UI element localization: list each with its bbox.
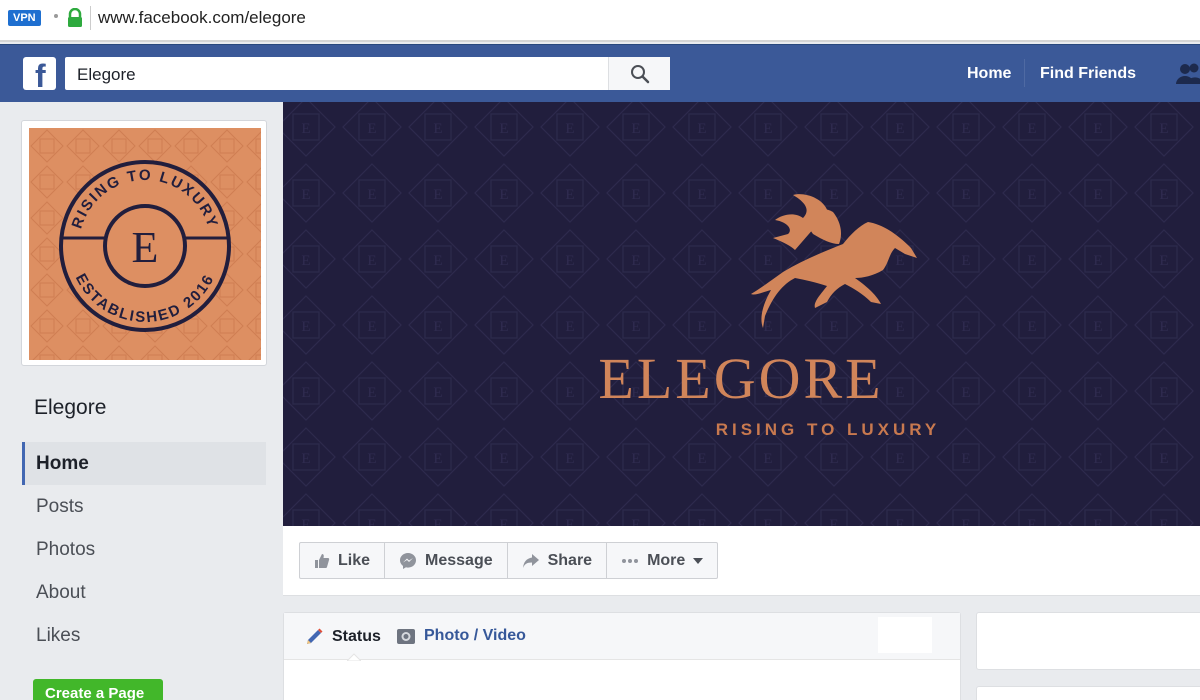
pencil-icon: [307, 628, 323, 644]
lock-icon: [68, 8, 82, 27]
right-column-card: [976, 612, 1200, 670]
sidebar-item-home[interactable]: Home: [22, 442, 266, 485]
browser-address-bar: VPN www.facebook.com/elegore: [0, 0, 1200, 42]
tab-photo-video-label: Photo / Video: [424, 627, 526, 644]
vpn-badge[interactable]: VPN: [8, 10, 41, 26]
thumbs-up-icon: [315, 553, 330, 568]
profile-badge-logo: RISING TO LUXURY ESTABLISHED 2016 E: [29, 128, 261, 360]
messenger-icon: [400, 552, 417, 569]
cover-tagline: RISING TO LUXURY: [716, 420, 941, 439]
badge-letter: E: [132, 223, 159, 272]
composer-tab-placeholder: [878, 617, 932, 653]
share-button[interactable]: Share: [508, 543, 608, 578]
facebook-top-bar: f Elegore Home Find Friends: [0, 44, 1200, 102]
create-page-button[interactable]: Create a Page: [33, 679, 163, 700]
search-button[interactable]: [608, 57, 670, 90]
cover-photo[interactable]: E ELEGORE RISING TO LUXURY: [283, 102, 1200, 526]
active-tab-caret-icon: [347, 653, 361, 661]
page-action-bar: Like Message Share More: [299, 542, 719, 579]
page-sidebar-nav: Home Posts Photos About Likes: [22, 442, 266, 657]
more-label: More: [647, 551, 686, 569]
right-column-card-2: [976, 686, 1200, 700]
like-button[interactable]: Like: [300, 543, 386, 578]
friend-requests-icon[interactable]: [1176, 62, 1200, 86]
search-input[interactable]: Elegore: [77, 65, 136, 85]
nav-find-friends-link[interactable]: Find Friends: [1040, 65, 1136, 83]
search-icon: [630, 64, 649, 83]
separator-dot-icon: [54, 14, 58, 18]
profile-picture-frame[interactable]: RISING TO LUXURY ESTABLISHED 2016 E: [21, 120, 267, 366]
profile-picture: RISING TO LUXURY ESTABLISHED 2016 E: [29, 128, 261, 360]
url-separator: [90, 6, 91, 30]
tab-status-label: Status: [332, 628, 381, 645]
nav-home-link[interactable]: Home: [967, 65, 1011, 83]
cover-artwork: E ELEGORE RISING TO LUXURY: [283, 102, 1200, 526]
sidebar-item-about[interactable]: About: [22, 571, 266, 614]
nav-divider: [1024, 59, 1025, 87]
more-button[interactable]: More: [607, 543, 717, 578]
page-name[interactable]: Elegore: [34, 396, 106, 420]
camera-icon: [397, 629, 415, 644]
facebook-logo-icon[interactable]: f: [23, 57, 56, 94]
chevron-down-icon: [693, 557, 704, 564]
search-box[interactable]: Elegore: [65, 57, 670, 90]
url-field[interactable]: www.facebook.com/elegore: [98, 8, 306, 28]
like-label: Like: [338, 551, 371, 569]
message-label: Message: [425, 551, 493, 569]
post-composer: Status Photo / Video: [283, 612, 961, 700]
tab-status[interactable]: Status: [304, 627, 381, 647]
share-label: Share: [547, 551, 593, 569]
sidebar-item-photos[interactable]: Photos: [22, 528, 266, 571]
cover-brand-name: ELEGORE: [598, 346, 883, 411]
share-icon: [522, 553, 539, 568]
message-button[interactable]: Message: [385, 543, 508, 578]
sidebar-item-likes[interactable]: Likes: [22, 614, 266, 657]
ellipsis-icon: [622, 558, 639, 563]
sidebar-item-posts[interactable]: Posts: [22, 485, 266, 528]
tab-photo-video[interactable]: Photo / Video: [396, 627, 526, 645]
composer-tabs: Status Photo / Video: [284, 613, 960, 661]
